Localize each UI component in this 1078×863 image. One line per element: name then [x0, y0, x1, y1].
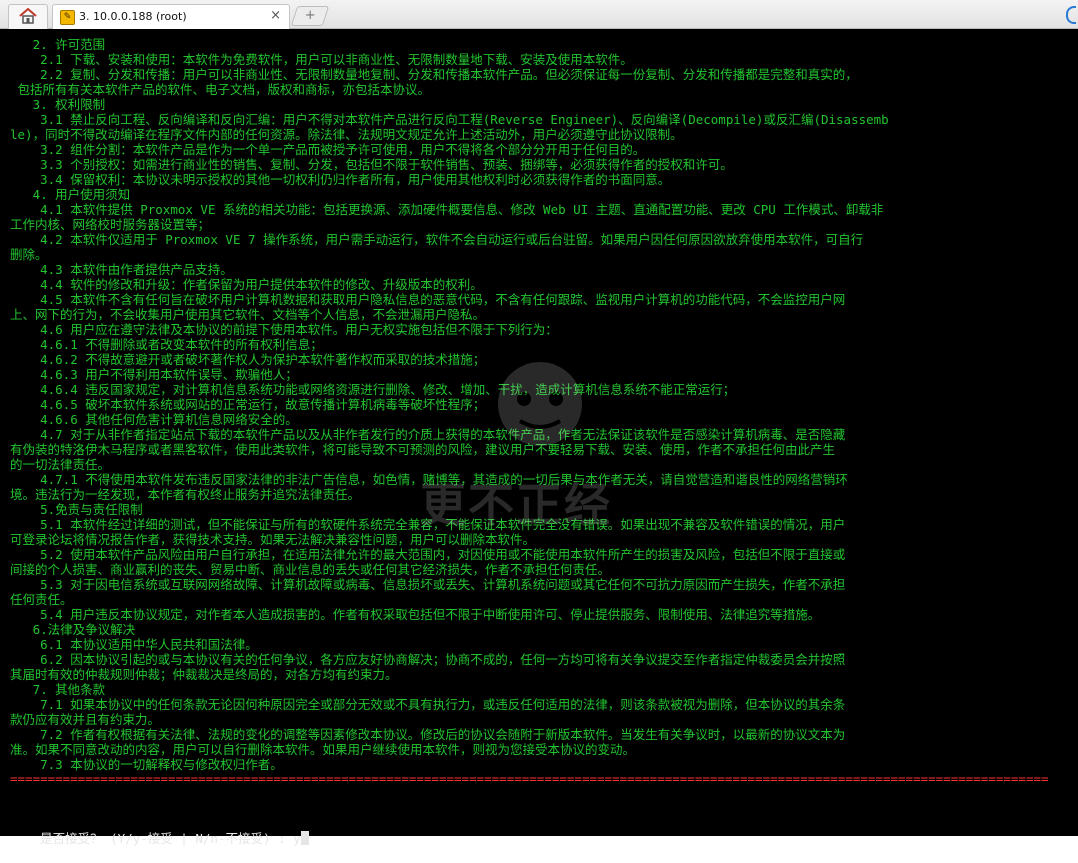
terminal-line: 6.1 本协议适用中华人民共和国法律。 — [10, 637, 258, 652]
terminal-line: 4.6 用户应在遵守法律及本协议的前提下使用本软件。用户无权实施包括但不限于下列… — [10, 322, 558, 337]
terminal-line: 4.6.5 破坏本软件系统或网站的正常运行，故意传播计算机病毒等破坏性程序； — [10, 397, 486, 412]
terminal-line: 境。违法行为一经发现，本作者有权终止服务并追究法律责任。 — [10, 487, 361, 502]
terminal-line: 4.6.2 不得故意避开或者破坏著作权人为保护本软件著作权而采取的技术措施； — [10, 352, 486, 367]
terminal-line: 2. 许可范围 — [10, 37, 106, 52]
text-cursor — [300, 831, 309, 845]
terminal-line: 5.免责与责任限制 — [10, 502, 143, 517]
terminal-line: 4.3 本软件由作者提供产品支持。 — [10, 262, 233, 277]
terminal-line: 其届时有效的仲裁规则仲裁；仲裁裁决是终局的，对各方均有约束力。 — [10, 667, 398, 682]
terminal-line: 4.7.1 不得使用本软件发布违反国家法律的非法广告信息，如色情，赌博等，其造成… — [10, 472, 848, 487]
home-icon — [19, 8, 37, 24]
plus-icon: + — [304, 8, 316, 23]
terminal-line: 3. 权利限制 — [10, 97, 106, 112]
terminal-line: 4.6.3 用户不得利用本软件误导、欺骗他人； — [10, 367, 298, 382]
terminal-line: 6.2 因本协议引起的或与本协议有关的任何争议，各方应友好协商解决；协商不成的，… — [10, 652, 846, 667]
terminal-line: 工作内核、网络校时服务器设置等； — [10, 217, 211, 232]
terminal-line: 4.6.4 违反国家规定，对计算机信息系统功能或网络资源进行删除、修改、增加、干… — [10, 382, 736, 397]
close-icon[interactable]: × — [270, 8, 281, 23]
terminal-line: 4.6.1 不得删除或者改变本软件的所有权利信息； — [10, 337, 323, 352]
terminal-line: 4.7 对于从非作者指定站点下载的本软件产品以及从非作者发行的介质上获得的本软件… — [10, 427, 846, 442]
terminal-line: 4.5 本软件不含有任何旨在破坏用户计算机数据和获取用户隐私信息的恶意代码，不含… — [10, 292, 846, 307]
divider-line: ========================================… — [10, 771, 1049, 786]
terminal-line: 4.1 本软件提供 Proxmox VE 系统的相关功能：包括更换源、添加硬件概… — [10, 202, 884, 217]
terminal-output: 2. 许可范围 2.1 下载、安装和使用：本软件为免费软件，用户可以非商业性、无… — [10, 37, 1074, 772]
terminal-line: 款仍应有效并且有约束力。 — [10, 712, 161, 727]
terminal-line: 2.2 复制、分发和传播：用户可以非商业性、无限制数量地复制、分发和传播本软件产… — [10, 67, 858, 82]
terminal-line: le)，同时不得改动编译在程序文件内部的任何资源。除法律、法规明文规定允许上述活… — [10, 127, 683, 142]
terminal-line: 6.法律及争议解决 — [10, 622, 136, 637]
terminal-line: 5.3 对于因电信系统或互联网网络故障、计算机故障或病毒、信息损坏或丢失、计算机… — [10, 577, 846, 592]
terminal-area[interactable]: 2. 许可范围 2.1 下载、安装和使用：本软件为免费软件，用户可以非商业性、无… — [0, 29, 1078, 846]
terminal-line: 删除。 — [10, 247, 48, 262]
terminal-line: 7.3 本协议的一切解释权与修改权归作者。 — [10, 757, 283, 772]
terminal-line: 4.6.6 其他任何危害计算机信息网络安全的。 — [10, 412, 298, 427]
tab-session-title: 3. 10.0.0.188 (root) — [79, 10, 187, 23]
terminal-session-icon: ✎ — [60, 10, 75, 25]
terminal-line: 7.1 如果本协议中的任何条款无论因何种原因完全或部分无效或不具有执行力，或违反… — [10, 697, 846, 712]
terminal-line: 7.2 作者有权根据有关法律、法规的变化的调整等因素修改本协议。修改后的协议会随… — [10, 727, 846, 742]
terminal-line: 3.3 个别授权：如需进行商业性的销售、复制、分发，包括但不限于软件销售、预装、… — [10, 157, 733, 172]
terminal-line: 4. 用户使用须知 — [10, 187, 131, 202]
terminal-line: 4.2 本软件仅适用于 Proxmox VE 7 操作系统，用户需手动运行，软件… — [10, 232, 864, 247]
terminal-line: 5.2 使用本软件产品风险由用户自行承担，在适用法律允许的最大范围内，对因使用或… — [10, 547, 846, 562]
terminal-line: 2.1 下载、安装和使用：本软件为免费软件，用户可以非商业性、无限制数量地下载、… — [10, 52, 633, 67]
terminal-line: 任何责任。 — [10, 592, 73, 607]
app-logo-icon — [1066, 6, 1076, 24]
terminal-line: 准。如果不同意改动的内容，用户可以自行删除本软件。如果用户继续使用本软件，则视为… — [10, 742, 636, 757]
terminal-line: 4.4 软件的修改和升级：作者保留为用户提供本软件的修改、升级版本的权利。 — [10, 277, 483, 292]
home-tab[interactable] — [8, 4, 48, 29]
terminal-line: 有伪装的特洛伊木马程序或者黑客软件，使用此类软件，将可能导致不可预测的风险，建议… — [10, 442, 836, 457]
tab-bar: ✎ 3. 10.0.0.188 (root) × + — [0, 0, 1078, 29]
terminal-line: 3.4 保留权利：本协议未明示授权的其他一切权利仍归作者所有，用户使用其他权利时… — [10, 172, 671, 187]
terminal-line: 5.1 本软件经过详细的测试，但不能保证与所有的软硬件系统完全兼容，不能保证本软… — [10, 517, 846, 532]
accept-prompt[interactable]: 是否接受？ (Y/y-接受 | N/n-不接受) : y — [10, 815, 309, 863]
terminal-line: 的一切法律责任。 — [10, 457, 111, 472]
prompt-input-value[interactable]: y — [293, 831, 301, 846]
terminal-line: 间接的个人损害、商业赢利的丧失、贸易中断、商业信息的丢失或任何其它经济损失，作者… — [10, 562, 611, 577]
terminal-line: 上、网下的行为，不会收集用户使用其它软件、文档等个人信息，不会泄漏用户隐私。 — [10, 307, 486, 322]
prompt-text: 是否接受？ (Y/y-接受 | N/n-不接受) : — [40, 831, 294, 846]
terminal-line: 3.2 组件分割：本软件产品是作为一个单一产品而被授予许可使用，用户不得将各个部… — [10, 142, 646, 157]
terminal-line: 可登录论坛将情况报告作者，获得技术支持。如果无法解决兼容性问题，用户可以删除本软… — [10, 532, 536, 547]
new-tab-button[interactable]: + — [290, 6, 330, 26]
terminal-line: 包括所有有关本软件产品的软件、电子文档，版权和商标，亦包括本协议。 — [10, 82, 431, 97]
tab-session[interactable]: ✎ 3. 10.0.0.188 (root) × — [52, 4, 290, 29]
terminal-line: 7. 其他条款 — [10, 682, 106, 697]
terminal-line: 5.4 用户违反本协议规定，对作者本人造成损害的。作者有权采取包括但不限于中断使… — [10, 607, 821, 622]
terminal-line: 3.1 禁止反向工程、反向编译和反向汇编：用户不得对本软件产品进行反向工程(Re… — [10, 112, 889, 127]
